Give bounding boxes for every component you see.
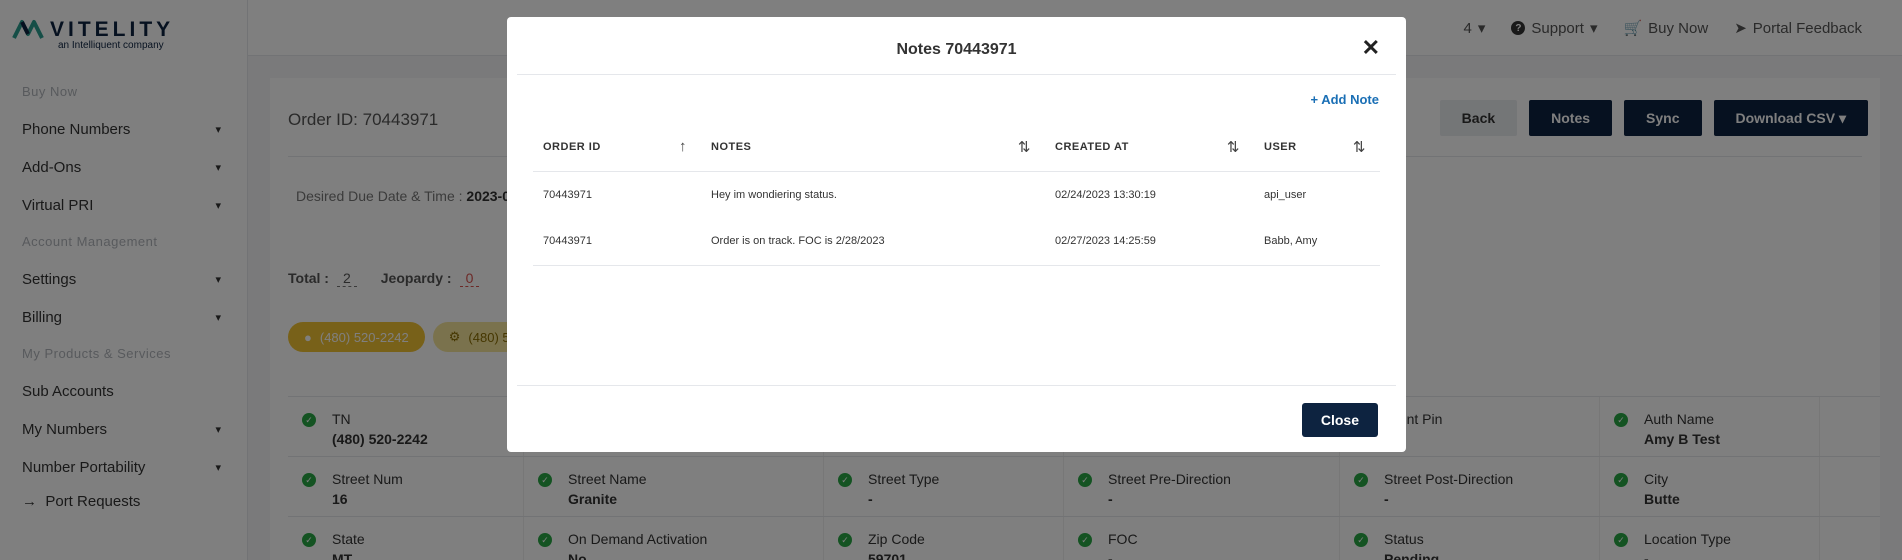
sort-icon[interactable]: ⇅: [1353, 138, 1366, 156]
cell-note: Order is on track. FOC is 2/28/2023: [701, 218, 1045, 266]
cell-created-at: 02/24/2023 13:30:19: [1055, 188, 1156, 201]
sort-asc-icon[interactable]: ↑: [679, 138, 687, 155]
cell-created-at: 02/27/2023 14:25:59: [1045, 218, 1254, 266]
sort-icon[interactable]: ⇅: [1018, 138, 1031, 156]
notes-table: ORDER ID ↑ NOTES ⇅ CREATED AT ⇅ USER ⇅ 70443…: [533, 123, 1380, 266]
modal-title: Notes 70443971: [896, 41, 1017, 58]
column-order-id[interactable]: ORDER ID ↑: [533, 123, 701, 172]
modal-header: Notes 70443971 ✕: [517, 17, 1396, 75]
column-created-at[interactable]: CREATED AT ⇅: [1045, 123, 1254, 172]
modal-footer-divider: [517, 385, 1396, 386]
table-row: 70443971 Hey im wondiering status. 02/24…: [533, 171, 1380, 218]
cell-user: api_user: [1264, 188, 1307, 201]
table-header-row: ORDER ID ↑ NOTES ⇅ CREATED AT ⇅ USER ⇅: [533, 123, 1380, 172]
notes-modal: Notes 70443971 ✕ + Add Note ORDER ID ↑ NO…: [507, 17, 1406, 452]
table-row: 70443971 Order is on track. FOC is 2/28/…: [533, 218, 1380, 266]
cell-order-id: 70443971: [533, 218, 701, 266]
column-user[interactable]: USER ⇅: [1254, 123, 1380, 172]
cell-order-id: 70443971: [543, 188, 592, 201]
sort-icon[interactable]: ⇅: [1227, 138, 1240, 156]
cell-note: Hey im wondiering status.: [711, 188, 837, 201]
cell-user: Babb, Amy: [1254, 218, 1380, 266]
close-icon[interactable]: ✕: [1362, 35, 1380, 61]
column-notes[interactable]: NOTES ⇅: [701, 123, 1045, 172]
close-button[interactable]: Close: [1301, 403, 1378, 437]
add-note-link[interactable]: + Add Note: [1311, 92, 1380, 107]
